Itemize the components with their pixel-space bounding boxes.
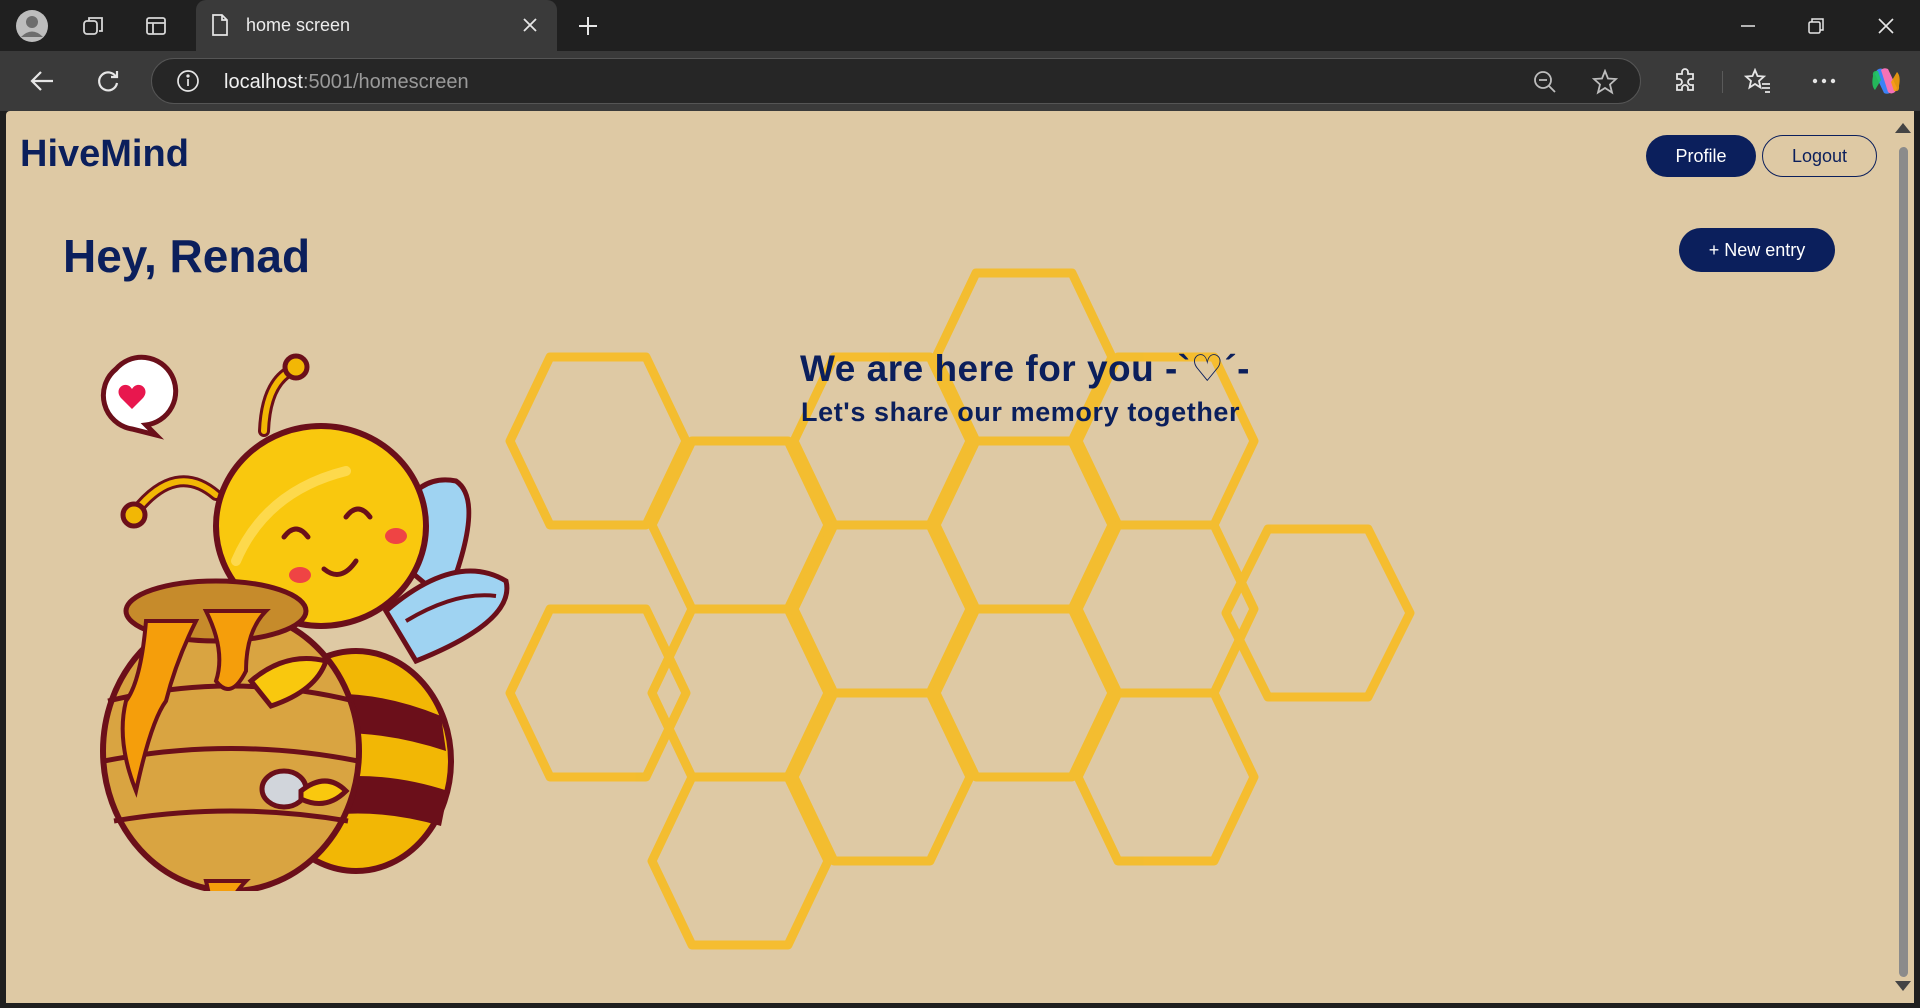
more-menu-icon[interactable] <box>1804 61 1844 101</box>
workspaces-icon[interactable] <box>74 6 114 46</box>
scroll-down-arrow-icon[interactable] <box>1895 981 1911 991</box>
heart-bubble-icon <box>100 354 179 440</box>
page-icon <box>210 13 230 42</box>
close-window-icon[interactable] <box>1852 0 1920 51</box>
zoom-out-icon[interactable] <box>1532 69 1558 100</box>
subtagline: Let's share our memory together <box>801 397 1241 427</box>
close-tab-icon[interactable] <box>521 16 539 39</box>
copilot-icon[interactable] <box>1866 61 1906 101</box>
browser-tabstrip: home screen <box>0 0 1920 51</box>
vertical-tabs-icon[interactable] <box>136 6 176 46</box>
browser-toolbar: localhost:5001/homescreen <box>0 51 1920 111</box>
profile-button[interactable]: Profile <box>1646 135 1756 177</box>
favorites-icon[interactable] <box>1738 61 1778 101</box>
profile-avatar-icon[interactable] <box>12 6 52 46</box>
bee-honeypot-illustration <box>100 353 510 891</box>
reload-icon[interactable] <box>88 61 128 101</box>
page-viewport: HiveMind Profile Logout Hey, Renad + New… <box>6 111 1892 1003</box>
minimize-icon[interactable] <box>1714 0 1782 51</box>
greeting-heading: Hey, Renad <box>63 230 311 282</box>
extensions-icon[interactable] <box>1666 61 1706 101</box>
address-bar[interactable]: localhost:5001/homescreen <box>151 58 1641 104</box>
active-tab[interactable]: home screen <box>196 0 557 51</box>
tagline: We are here for you -`♡´- <box>800 348 1250 389</box>
url-text[interactable]: localhost:5001/homescreen <box>224 71 469 94</box>
brand-logo[interactable]: HiveMind <box>20 133 189 176</box>
tab-title: home screen <box>246 15 351 35</box>
site-info-icon[interactable] <box>176 69 200 98</box>
back-icon[interactable] <box>22 61 62 101</box>
new-tab-icon[interactable] <box>568 6 608 46</box>
favorite-star-icon[interactable] <box>1591 68 1619 100</box>
scroll-up-arrow-icon[interactable] <box>1895 123 1911 133</box>
toolbar-separator <box>1722 71 1723 93</box>
scroll-thumb[interactable] <box>1899 147 1908 977</box>
restore-icon[interactable] <box>1782 0 1850 51</box>
new-entry-button[interactable]: + New entry <box>1679 228 1835 272</box>
logout-button[interactable]: Logout <box>1762 135 1877 177</box>
page-scrollbar[interactable] <box>1892 111 1914 1003</box>
